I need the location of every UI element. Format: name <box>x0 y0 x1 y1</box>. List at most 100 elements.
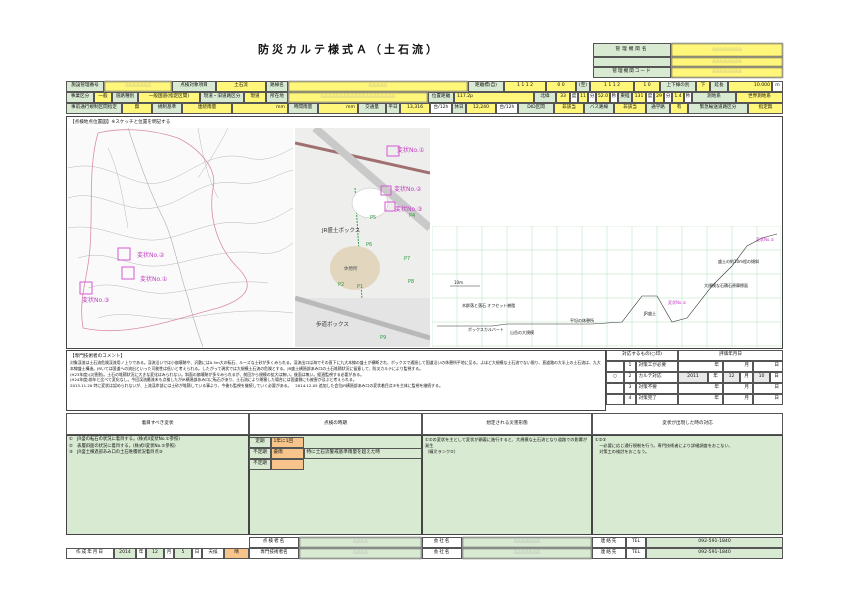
lat-min: 11 <box>578 92 588 103</box>
resp-month-3: 月 <box>723 383 753 394</box>
lon-deg: 131 <box>632 92 646 103</box>
resp-day-4: 日 <box>753 394 783 405</box>
lat-deg-unit: 度 <box>570 92 578 103</box>
geo-value: 世界測地系 <box>736 92 783 103</box>
agency-code-label: 管理機関コード <box>593 67 671 78</box>
road-type-value: 一般国道(指定区間) <box>138 92 200 103</box>
section-fill: 盛土の約10m程の傾斜 <box>718 259 759 264</box>
distance-from-2: 0 0 <box>546 81 576 92</box>
map-caption: 【点検地点位置図】※スケッチと位置を明記する <box>70 120 171 125</box>
school-value: 有 <box>670 103 688 114</box>
lat-deg: 33 <box>556 92 570 103</box>
regulation-value: 連続雨量 <box>182 103 232 114</box>
timing-header: 点検の時期 <box>249 413 422 435</box>
right-label-1: 変状No.① <box>397 147 425 154</box>
contact-label-1: 連絡先 <box>592 537 626 548</box>
distance-to-2: 1 0 <box>634 81 660 92</box>
weather-label: 天候 <box>202 548 224 559</box>
agency-label: 管理機関名 <box>593 43 671 57</box>
current-value: 現道 <box>244 92 266 103</box>
extension-value: 10.000 <box>728 81 772 92</box>
created-month-unit: 月 <box>164 548 174 559</box>
resp-month-4: 月 <box>723 394 753 405</box>
created-day: 5 <box>174 548 192 559</box>
disaster-text: ①②の変状を主として変状が顕著に進行すると、大規模な土石流となり道路での影響が発… <box>425 437 588 454</box>
tel-value-1: 092-591-1840 <box>646 537 783 548</box>
route-value: △△△△△ <box>288 81 468 92</box>
aerial-photo <box>295 128 430 347</box>
address-label: 所在地 <box>266 92 288 103</box>
resp-label-4: 対策完了 <box>636 394 678 405</box>
facility-no-label: 施設管理番号 <box>66 81 104 92</box>
expert-value: △△△△ <box>299 548 422 559</box>
section-box: ボックスカルバート <box>468 327 504 332</box>
right-label-2: 変状No.② <box>394 186 422 193</box>
facility-no-value: △△△△△△△ <box>104 81 172 92</box>
left-label-3: 変状No.③ <box>82 297 110 304</box>
resp-year-2-value: 2011 <box>678 372 708 383</box>
hourly-label: 時間雨量 <box>288 103 318 114</box>
contact-label-2: 連絡先 <box>592 548 626 559</box>
topographic-map <box>68 128 293 347</box>
did-value: 非該当 <box>554 103 584 114</box>
holiday-label: 休日 <box>452 103 466 114</box>
road-type-label: 道路種別 <box>112 92 138 103</box>
timing-value-3 <box>271 459 304 470</box>
resp-label-2: カルテ対応 <box>636 372 678 383</box>
resp-day-3: 日 <box>753 383 783 394</box>
bus-value: 非該当 <box>614 103 646 114</box>
created-year: 2014 <box>114 548 136 559</box>
resp-label-1: 対策工が必要 <box>636 361 678 372</box>
resp-no-1: 1 <box>624 361 636 372</box>
expert-label: 専門技術者名 <box>249 548 299 559</box>
lon-deg-unit: 度 <box>646 92 654 103</box>
p-label-8: P8 <box>408 279 415 285</box>
resp-day-1: 日 <box>753 361 783 372</box>
resp-month-1: 月 <box>723 361 753 372</box>
weekday-unit: 台/12h <box>430 103 452 114</box>
timing-label-1: 定期 <box>249 437 271 448</box>
p-label-6: P6 <box>366 242 373 248</box>
resp-day-2-value: 10 <box>753 372 770 383</box>
resp-mark-2: ○ <box>606 372 624 383</box>
address-value: △△△△△△△△△△△△△△△△△△△△ <box>288 92 428 103</box>
section-jr: JR盛土 <box>644 311 656 316</box>
resp-label-3: 対策不要 <box>636 383 678 394</box>
current-label: 現道・旧道路区分 <box>200 92 244 103</box>
geo-label: 測地系 <box>692 92 736 103</box>
lat-sec-unit: 秒 <box>610 92 618 103</box>
action-text: ①②③ 一必要に応じ通行規制を行う。専門技術者により詳細調査をおこない、 対策工… <box>595 437 733 454</box>
agency-value-2: △△△△△△△△ <box>671 57 783 67</box>
box-label-jr: JR盛土ボックス <box>322 228 361 234</box>
lat-label: 北緯 <box>534 92 556 103</box>
focus-text: ① JR盛の転石の状況に着目する。(株式II変状No.①参照) ② 表層斜面の状… <box>69 437 180 455</box>
resp-no-4: 4 <box>624 394 636 405</box>
section-label-no1: 変状No.① <box>668 300 687 305</box>
p-label-2: P2 <box>338 282 345 288</box>
company-label-2: 会社名 <box>422 548 462 559</box>
resp-no-2: 2 <box>624 372 636 383</box>
inspector-value: △△△△ <box>299 537 422 548</box>
timing-note-2: 特に土石流警戒基準雨量を超えた時 <box>304 448 422 459</box>
p-label-5: P5 <box>370 215 377 221</box>
resp-year-4: 年 <box>678 394 723 405</box>
regulation-label: 規制基準 <box>152 103 182 114</box>
disaster-reg-label: 事前通行規制区間指定 <box>66 103 122 114</box>
section-10m: 10m <box>454 280 463 285</box>
weekday-label: 平日 <box>386 103 400 114</box>
comment-text: 対象渓流は土石流危険渓流用ノ上りである。渓流沿いでは小崩壊跡や、沢敷には0.5m… <box>70 360 601 389</box>
resp-month-2-unit: 月 <box>740 372 753 383</box>
lat-sec: 52.0 <box>596 92 610 103</box>
response-title: 対応するもの(○印) <box>606 350 678 361</box>
section-label-no2: 変状No.② <box>756 237 775 242</box>
section-flat: 平坦の休憩所 <box>570 318 594 323</box>
regulation-mm-1: mm <box>232 103 288 114</box>
distance-to: 1 1 1 2 <box>590 81 634 92</box>
lat-min-unit: 分 <box>588 92 596 103</box>
holiday-unit: 台/12h <box>496 103 518 114</box>
company-label-1: 会社名 <box>422 537 462 548</box>
p-label-7: P7 <box>404 256 411 262</box>
resp-day-2-unit: 日 <box>770 372 783 383</box>
section-mountain: 山岳の大規模 <box>510 330 534 335</box>
box-label-walk: 歩道ボックス <box>316 322 349 328</box>
